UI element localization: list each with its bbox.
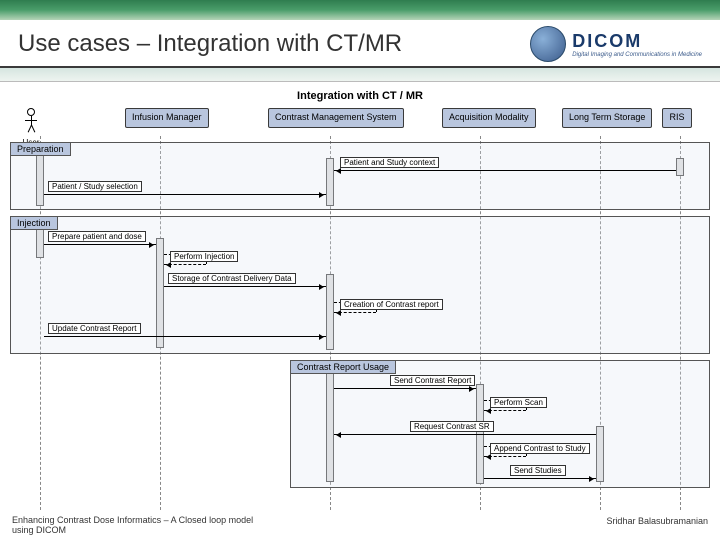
actor-ris-label: RIS xyxy=(662,108,692,128)
msg-label-11: Append Contrast to Study xyxy=(490,443,590,454)
user-icon xyxy=(22,108,40,136)
phase-preparation: Preparation xyxy=(10,142,710,210)
title-bar: Use cases – Integration with CT/MR DICOM… xyxy=(0,20,720,68)
msg-label-7: Update Contrast Report xyxy=(48,323,141,334)
msg-label-3: Prepare patient and dose xyxy=(48,231,146,242)
phase-usage-label: Contrast Report Usage xyxy=(291,361,396,374)
lanes: Preparation Patient and Study context Pa… xyxy=(10,136,710,510)
msg-label-9: Perform Scan xyxy=(490,397,547,408)
actor-cms-label: Contrast Management System xyxy=(268,108,404,128)
actor-storage-label: Long Term Storage xyxy=(562,108,652,128)
msg-label-10: Request Contrast SR xyxy=(410,421,494,432)
diagram-title: Integration with CT / MR xyxy=(10,90,710,102)
actor-infusion-label: Infusion Manager xyxy=(125,108,209,128)
logo-text: DICOM xyxy=(572,31,702,52)
actor-modality-label: Acquisition Modality xyxy=(442,108,536,128)
msg-label-6: Creation of Contrast report xyxy=(340,299,443,310)
actor-cms: Contrast Management System xyxy=(268,108,404,128)
msg-label-1: Patient and Study context xyxy=(340,157,439,168)
phase-usage: Contrast Report Usage xyxy=(290,360,710,488)
msg-label-5: Storage of Contrast Delivery Data xyxy=(168,273,296,284)
actor-infusion: Infusion Manager xyxy=(125,108,209,128)
sequence-diagram: Integration with CT / MR User Infusion M… xyxy=(10,90,710,510)
slide-title: Use cases – Integration with CT/MR xyxy=(18,30,402,58)
actor-storage: Long Term Storage xyxy=(562,108,652,128)
phase-preparation-label: Preparation xyxy=(11,143,71,156)
footer-right: Sridhar Balasubramanian xyxy=(606,516,708,536)
actor-modality: Acquisition Modality xyxy=(442,108,536,128)
msg-label-4: Perform Injection xyxy=(170,251,238,262)
globe-icon xyxy=(530,26,566,62)
actor-ris: RIS xyxy=(662,108,692,128)
footer-left: Enhancing Contrast Dose Informatics – A … xyxy=(12,516,272,536)
logo-subtitle: Digital Imaging and Communications in Me… xyxy=(572,52,702,58)
phase-injection-label: Injection xyxy=(11,217,58,230)
header-gradient xyxy=(0,0,720,20)
msg-label-12: Send Studies xyxy=(510,465,566,476)
dicom-logo: DICOM Digital Imaging and Communications… xyxy=(530,26,702,62)
sub-band xyxy=(0,68,720,82)
msg-label-2: Patient / Study selection xyxy=(48,181,142,192)
footer: Enhancing Contrast Dose Informatics – A … xyxy=(12,516,708,536)
msg-label-8: Send Contrast Report xyxy=(390,375,475,386)
